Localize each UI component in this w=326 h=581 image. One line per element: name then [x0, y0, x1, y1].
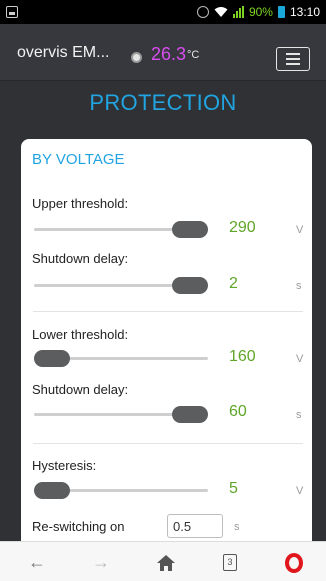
upper-threshold-unit: V: [296, 224, 304, 236]
voltage-protection-card: BY VOLTAGE Upper threshold: 290 V Shutdo…: [21, 139, 312, 541]
lower-shutdown-delay-slider-handle[interactable]: [172, 406, 208, 423]
upper-shutdown-delay-label: Shutdown delay:: [32, 251, 129, 266]
hysteresis-slider[interactable]: [34, 482, 208, 499]
temperature-unit: °C: [187, 49, 200, 61]
divider: [33, 443, 303, 444]
lower-shutdown-delay-value: 60: [229, 403, 247, 420]
lower-shutdown-delay-label: Shutdown delay:: [32, 382, 129, 397]
clock: 13:10: [289, 5, 320, 19]
re-switching-delay-unit: s: [234, 521, 240, 533]
back-arrow-icon[interactable]: ←: [22, 550, 52, 574]
lower-threshold-label: Lower threshold:: [32, 327, 129, 342]
divider: [33, 311, 303, 312]
upper-threshold-slider-handle[interactable]: [172, 221, 208, 238]
re-switching-delay-label: Re-switching on delay: [32, 519, 125, 541]
notification-image-icon: [6, 6, 18, 18]
upper-shutdown-delay-slider-handle[interactable]: [172, 277, 208, 294]
opera-icon[interactable]: [285, 553, 303, 573]
lower-threshold-slider[interactable]: [34, 350, 208, 367]
lower-shutdown-delay-slider[interactable]: [34, 406, 208, 423]
lower-threshold-unit: V: [296, 353, 304, 365]
status-bar: 90% 13:10: [0, 0, 326, 24]
upper-threshold-slider[interactable]: [34, 221, 208, 238]
lower-threshold-slider-handle[interactable]: [34, 350, 70, 367]
hysteresis-label: Hysteresis:: [32, 458, 97, 473]
hysteresis-value: 5: [229, 480, 238, 497]
home-icon[interactable]: [156, 554, 176, 572]
browser-nav-bar: ← → 3: [0, 541, 326, 581]
status-icons: 90% 13:10: [196, 3, 320, 21]
lower-threshold-value: 160: [229, 348, 256, 365]
page-title: PROTECTION: [89, 90, 237, 115]
alarm-icon: [196, 6, 209, 18]
card-title: BY VOLTAGE: [32, 151, 125, 168]
upper-shutdown-delay-value: 2: [229, 275, 238, 292]
lower-shutdown-delay-unit: s: [296, 409, 302, 421]
upper-shutdown-delay-unit: s: [296, 280, 302, 292]
wifi-icon: [214, 7, 228, 17]
temperature-indicator-icon: [131, 52, 142, 63]
upper-shutdown-delay-slider[interactable]: [34, 277, 208, 294]
signal-icon: [232, 6, 244, 18]
app-header: overvis EM... 26.3 °C: [0, 24, 326, 81]
upper-threshold-label: Upper threshold:: [32, 196, 129, 211]
menu-button[interactable]: [276, 47, 310, 71]
re-switching-delay-input[interactable]: [167, 514, 223, 538]
forward-arrow-icon[interactable]: →: [86, 550, 116, 574]
hysteresis-unit: V: [296, 485, 304, 497]
device-title[interactable]: overvis EM...: [17, 44, 109, 62]
upper-threshold-value: 290: [229, 219, 256, 236]
temperature-value: 26.3: [151, 44, 187, 64]
battery-icon: [277, 6, 285, 18]
hysteresis-slider-handle[interactable]: [34, 482, 70, 499]
battery-percent: 90%: [248, 5, 273, 19]
tabs-icon[interactable]: 3: [223, 554, 237, 571]
